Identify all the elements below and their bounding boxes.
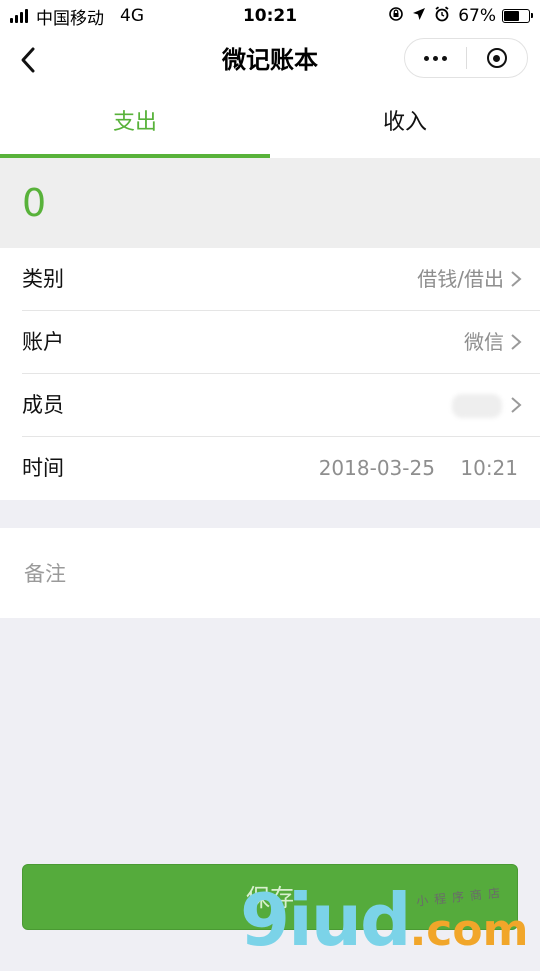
nav-bar: 微记账本 bbox=[0, 32, 540, 88]
time-label: 时间 bbox=[22, 456, 64, 480]
record-form: 类别 借钱/借出 账户 微信 成员 时间 2018-03-25 10:21 bbox=[0, 248, 540, 500]
status-right: 67% bbox=[388, 0, 533, 32]
save-button[interactable]: 保存 bbox=[22, 864, 518, 930]
amount-row[interactable]: 0 bbox=[0, 158, 540, 248]
chevron-right-icon bbox=[511, 271, 522, 287]
time-row[interactable]: 时间 2018-03-25 10:21 bbox=[0, 437, 540, 500]
note-input[interactable] bbox=[22, 528, 516, 620]
close-mini-program-button[interactable] bbox=[467, 39, 527, 77]
back-button[interactable] bbox=[10, 42, 46, 78]
battery-icon bbox=[502, 9, 533, 23]
more-dot bbox=[433, 55, 438, 61]
account-row[interactable]: 账户 微信 bbox=[0, 311, 540, 374]
type-tabs: 支出 收入 bbox=[0, 88, 540, 158]
target-circle-icon bbox=[486, 48, 507, 68]
chevron-right-icon bbox=[511, 334, 522, 350]
more-button[interactable] bbox=[405, 39, 466, 77]
tab-income-label: 收入 bbox=[382, 110, 427, 135]
more-dot bbox=[442, 55, 447, 61]
time-value: 2018-03-25 10:21 bbox=[318, 456, 518, 480]
amount-value[interactable]: 0 bbox=[22, 158, 46, 248]
alarm-icon bbox=[434, 6, 450, 26]
tab-expense-label: 支出 bbox=[112, 110, 157, 135]
location-icon bbox=[412, 7, 426, 25]
chevron-left-icon bbox=[21, 47, 35, 73]
account-label: 账户 bbox=[22, 330, 64, 354]
category-value: 借钱/借出 bbox=[417, 267, 504, 291]
member-row[interactable]: 成员 bbox=[0, 374, 540, 437]
category-row[interactable]: 类别 借钱/借出 bbox=[0, 248, 540, 311]
rotation-lock-icon bbox=[388, 6, 404, 26]
tab-expense[interactable]: 支出 bbox=[0, 88, 270, 158]
note-section bbox=[0, 528, 540, 620]
account-value: 微信 bbox=[464, 330, 504, 354]
redacted-member-name bbox=[452, 394, 502, 418]
member-label: 成员 bbox=[22, 393, 64, 417]
status-bar: 中国移动 4G 10:21 67% bbox=[0, 0, 540, 32]
chevron-right-icon bbox=[511, 397, 522, 413]
mini-program-capsule bbox=[404, 38, 528, 78]
more-dots-icon bbox=[424, 55, 429, 61]
battery-percent: 67% bbox=[458, 6, 496, 26]
category-label: 类别 bbox=[22, 267, 64, 291]
tab-income[interactable]: 收入 bbox=[270, 88, 540, 158]
